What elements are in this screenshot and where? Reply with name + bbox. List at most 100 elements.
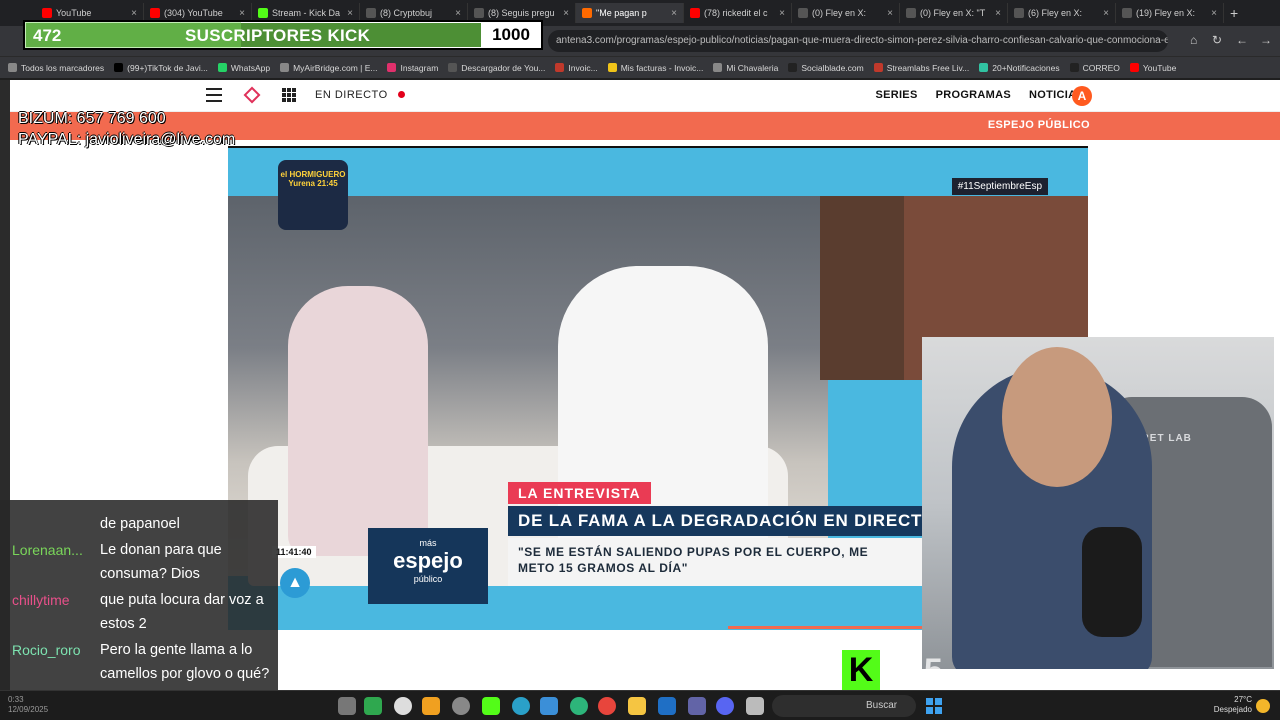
browser-tab[interactable]: (19) Fley en X: ×	[1116, 3, 1224, 23]
bookmark-item[interactable]: MyAirBridge.com | E...	[280, 63, 377, 73]
bookmark-item[interactable]: Todos los marcadores	[8, 63, 104, 73]
tab-close-icon[interactable]: ×	[451, 8, 461, 19]
new-tab-icon[interactable]: +	[1224, 5, 1244, 21]
outlook-icon[interactable]	[658, 697, 676, 715]
tab-close-icon[interactable]: ×	[559, 8, 569, 19]
banner-tag: LA ENTREVISTA	[508, 482, 651, 504]
taskbar-app-icon[interactable]	[540, 697, 558, 715]
tab-close-icon[interactable]: ×	[1207, 8, 1217, 19]
browser-tab[interactable]: (0) Fley en X: ×	[792, 3, 900, 23]
forward-icon[interactable]: →	[1260, 33, 1272, 47]
browser-tab[interactable]: (0) Fley en X: "T ×	[900, 3, 1008, 23]
bookmark-label: WhatsApp	[230, 62, 271, 73]
screen: YouTube × (304) YouTube × Stream - Kick Da ×(…	[0, 0, 1280, 720]
section-title[interactable]: ESPEJO PÚBLICO	[988, 119, 1090, 131]
tab-favicon-icon	[582, 8, 592, 18]
tab-close-icon[interactable]: ×	[991, 8, 1001, 19]
bookmark-label: Todos los marcadores	[21, 62, 105, 73]
hashtag-label: #11SeptiembreEsp	[951, 178, 1048, 195]
kick-viewer-count: 765	[884, 652, 944, 690]
tab-close-icon[interactable]: ×	[343, 8, 353, 19]
tab-favicon-icon	[366, 8, 376, 18]
bookmark-favicon-icon	[713, 63, 723, 72]
bookmark-label: Socialblade.com	[801, 62, 864, 73]
taskbar-app-icon[interactable]	[746, 697, 764, 715]
weather-widget[interactable]: 27°C Despejado	[1196, 695, 1252, 715]
taskbar-app-icon[interactable]	[452, 697, 470, 715]
bookmark-item[interactable]: Invoic...	[555, 63, 598, 73]
back-icon[interactable]: ←	[1236, 33, 1248, 47]
nav-programas[interactable]: PROGRAMAS	[936, 89, 1011, 101]
bookmark-item[interactable]: Mi Chavaleria	[713, 63, 778, 73]
taskbar: 0:33 12/09/2025 Buscar 27°C Despejado	[0, 690, 1280, 720]
tab-close-icon[interactable]: ×	[883, 8, 893, 19]
antena3-logo[interactable]: A	[1072, 86, 1092, 106]
tab-close-icon[interactable]: ×	[667, 8, 677, 19]
file-explorer-icon[interactable]	[628, 697, 646, 715]
tab-favicon-icon	[906, 8, 916, 18]
tab-label: (0) Fley en X: "T	[920, 8, 986, 18]
bookmark-favicon-icon	[387, 63, 397, 72]
bookmark-item[interactable]: Mis facturas - Invoic...	[607, 62, 704, 73]
bookmark-label: YouTube	[1142, 62, 1177, 73]
chat-overlay: de papanoel Lorenaan... Le donan para que …	[0, 500, 278, 720]
bookmark-favicon-icon	[217, 63, 227, 72]
bookmark-favicon-icon	[280, 63, 290, 72]
tab-close-icon[interactable]: ×	[1099, 8, 1109, 19]
subscriber-goal-title: SUSCRIPTORES KICK	[185, 26, 371, 45]
browser-tab[interactable]: (78) rickedit el c ×	[684, 3, 792, 23]
tab-favicon-icon	[258, 8, 268, 18]
brand-bottom: público	[413, 574, 443, 584]
subscriber-count: 472	[33, 26, 62, 45]
chrome-icon[interactable]	[598, 697, 616, 715]
apps-grid-icon[interactable]	[282, 88, 296, 102]
reload-icon[interactable]: ↻	[1212, 33, 1222, 47]
show-logo: el HORMIGUERO Yurena 21:45	[278, 160, 348, 230]
weather-temp: 27°C	[1234, 695, 1252, 704]
home-icon[interactable]: ⌂	[1190, 33, 1197, 47]
bookmark-item[interactable]: WhatsApp	[217, 62, 271, 73]
teams-icon[interactable]	[688, 697, 706, 715]
obs-icon[interactable]	[394, 697, 412, 715]
bookmark-favicon-icon	[1069, 63, 1079, 72]
diamond-logo-icon[interactable]	[243, 86, 261, 104]
nav-series[interactable]: SERIES	[875, 89, 917, 101]
url-input[interactable]: antena3.com/programas/espejo-publico/not…	[548, 30, 1168, 52]
tab-favicon-icon	[1122, 8, 1132, 18]
discord-icon[interactable]	[716, 697, 734, 715]
tab-favicon-icon	[474, 8, 484, 18]
bookmark-favicon-icon	[555, 63, 565, 72]
tab-close-icon[interactable]: ×	[775, 8, 785, 19]
taskbar-app-icon[interactable]	[422, 697, 440, 715]
browser-tab[interactable]: "Me pagan p ×	[576, 3, 684, 23]
bookmark-item[interactable]: Streamlabs Free Liv...	[873, 62, 970, 73]
tab-close-icon[interactable]: ×	[127, 8, 137, 19]
bookmark-item[interactable]: 20+Notificaciones	[979, 63, 1060, 73]
kick-app-icon[interactable]	[482, 697, 500, 715]
chat-text: Pero la gente llama a lo camellos por gl…	[100, 642, 270, 682]
bookmarks-bar: Todos los marcadores (99+)TikTok de Javi.…	[0, 56, 1280, 78]
bookmark-label: Mis facturas - Invoic...	[620, 62, 704, 73]
bookmark-item[interactable]: (99+)TikTok de Javi...	[114, 63, 208, 73]
bookmark-item[interactable]: Descargador de You...	[448, 63, 545, 73]
tab-label: "Me pagan p	[596, 8, 647, 18]
bookmark-item[interactable]: YouTube	[1129, 62, 1177, 73]
chat-username: chillytime	[12, 592, 70, 608]
windows-start-icon[interactable]	[926, 698, 942, 714]
taskbar-app-icon[interactable]	[338, 697, 356, 715]
menu-icon[interactable]	[206, 88, 222, 102]
tab-close-icon[interactable]: ×	[235, 8, 245, 19]
browser-tab[interactable]: (6) Fley en X: ×	[1008, 3, 1116, 23]
bookmark-label: Streamlabs Free Liv...	[886, 62, 970, 73]
whatsapp-icon[interactable]	[364, 697, 382, 715]
live-link[interactable]: EN DIRECTO	[315, 89, 388, 101]
bookmark-item[interactable]: Instagram	[387, 63, 438, 73]
brand-top: más	[419, 538, 437, 548]
chat-text: de papanoel	[100, 516, 180, 532]
edge-icon[interactable]	[570, 697, 588, 715]
taskbar-app-icon[interactable]	[512, 697, 530, 715]
tab-label: (6) Fley en X:	[1028, 8, 1083, 18]
bookmark-item[interactable]: Socialblade.com	[788, 62, 864, 73]
taskbar-search[interactable]: Buscar	[772, 695, 916, 717]
bookmark-item[interactable]: CORREO	[1069, 63, 1120, 73]
